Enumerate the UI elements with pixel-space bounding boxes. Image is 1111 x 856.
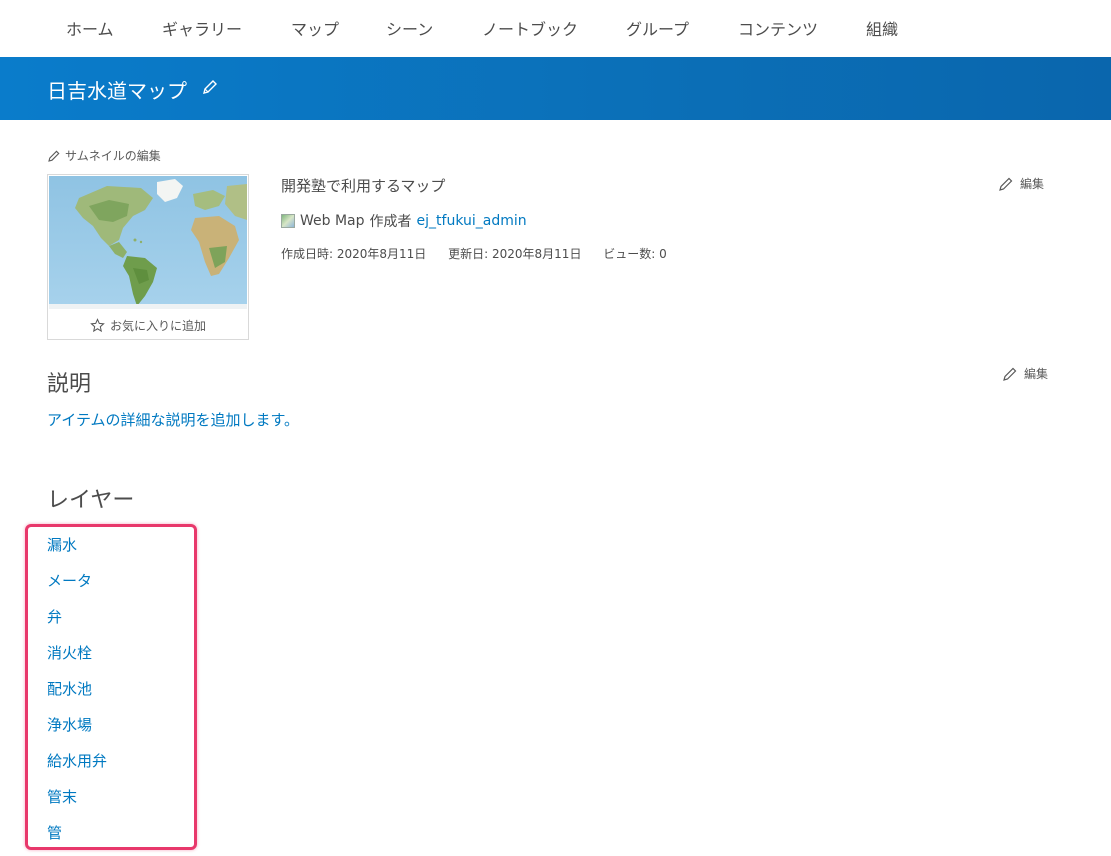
pencil-icon [999,177,1013,191]
top-navigation: ホーム ギャラリー マップ シーン ノートブック グループ コンテンツ 組織 [0,0,1111,56]
layer-list-highlight [25,524,197,850]
nav-item-home[interactable]: ホーム [66,16,114,40]
edit-title-pencil-icon[interactable] [201,78,219,96]
edit-summary-label: 編集 [1020,177,1045,191]
title-banner: 日吉水道マップ [0,57,1111,120]
thumbnail-card: お気に入りに追加 [47,174,249,340]
star-icon [90,317,105,332]
nav-item-organization[interactable]: 組織 [866,16,898,40]
favorite-label: お気に入りに追加 [109,318,206,333]
modified-date: 更新日: 2020年8月11日 [448,247,582,261]
edit-description-label: 編集 [1024,367,1049,381]
description-heading: 説明 [47,372,92,397]
item-type: Web Map [300,213,365,229]
add-description-link[interactable]: アイテムの詳細な説明を追加します。 [47,409,299,430]
nav-item-content[interactable]: コンテンツ [738,16,818,40]
nav-item-gallery[interactable]: ギャラリー [162,16,242,40]
pencil-icon [48,150,60,162]
owner-prefix: 作成者 [369,214,412,230]
edit-description-button[interactable]: 編集 [1002,365,1048,382]
nav-item-scene[interactable]: シーン [386,16,433,40]
add-to-favorites-button[interactable]: お気に入りに追加 [48,311,248,339]
created-date: 作成日時: 2020年8月11日 [281,247,427,261]
web-map-icon [281,214,295,228]
item-dates: 作成日時: 2020年8月11日 更新日: 2020年8月11日 ビュー数: 0 [281,245,685,262]
owner-link[interactable]: ej_tfukui_admin [417,213,527,229]
nav-item-notebook[interactable]: ノートブック [482,16,578,40]
page-title: 日吉水道マップ [47,79,187,103]
edit-summary-button[interactable]: 編集 [998,175,1044,192]
item-type-line: Web Map 作成者 ej_tfukui_admin [281,211,527,231]
nav-item-map[interactable]: マップ [291,16,339,40]
item-summary: 開発塾で利用するマップ [281,177,446,195]
nav-item-groups[interactable]: グループ [626,16,689,40]
edit-thumbnail-label: サムネイルの編集 [65,149,161,163]
pencil-icon [1003,367,1017,381]
world-map-thumbnail [49,176,247,309]
view-count: ビュー数: 0 [603,247,667,261]
layers-heading: レイヤー [47,488,135,513]
edit-thumbnail-link[interactable]: サムネイルの編集 [47,147,161,164]
